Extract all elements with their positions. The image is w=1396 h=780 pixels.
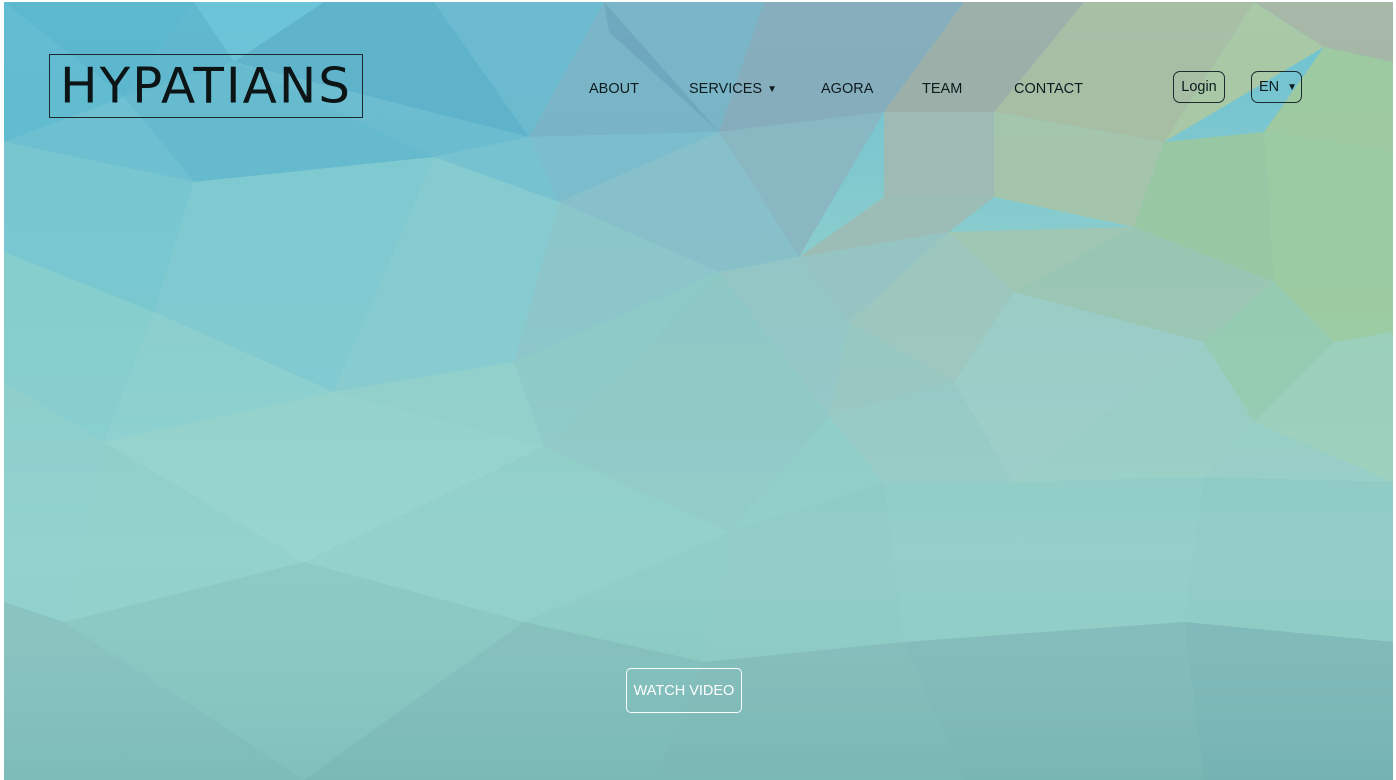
page: HYPATIANS ABOUT SERVICES ▼ AGORA TEAM CON… <box>0 0 1396 780</box>
caret-down-icon: ▼ <box>767 84 777 95</box>
watch-video-button[interactable]: WATCH VIDEO <box>626 668 742 713</box>
caret-down-icon: ▼ <box>1287 81 1298 93</box>
logo-text: HYPATIANS <box>59 57 353 115</box>
nav-item-team-label: TEAM <box>922 81 963 97</box>
nav-item-about-label: ABOUT <box>589 81 639 97</box>
nav-item-contact-label: CONTACT <box>1014 81 1084 97</box>
nav-item-about[interactable]: ABOUT <box>589 78 639 100</box>
nav-item-agora[interactable]: AGORA <box>821 78 873 100</box>
login-button-label: Login <box>1181 79 1217 95</box>
nav-item-contact[interactable]: CONTACT <box>1014 78 1083 100</box>
low-poly-background <box>4 2 1393 780</box>
language-select[interactable]: EN ▼ <box>1251 71 1302 103</box>
nav-item-team[interactable]: TEAM <box>922 78 962 100</box>
language-selected-value: EN <box>1259 79 1280 95</box>
hypatians-logo[interactable]: HYPATIANS <box>49 54 363 118</box>
nav-item-services[interactable]: SERVICES ▼ <box>689 78 777 101</box>
watch-video-label: WATCH VIDEO <box>633 682 735 699</box>
nav-item-agora-label: AGORA <box>821 81 874 97</box>
hero-section <box>4 2 1393 780</box>
login-button[interactable]: Login <box>1173 71 1225 103</box>
nav-item-services-label: SERVICES <box>689 81 763 97</box>
